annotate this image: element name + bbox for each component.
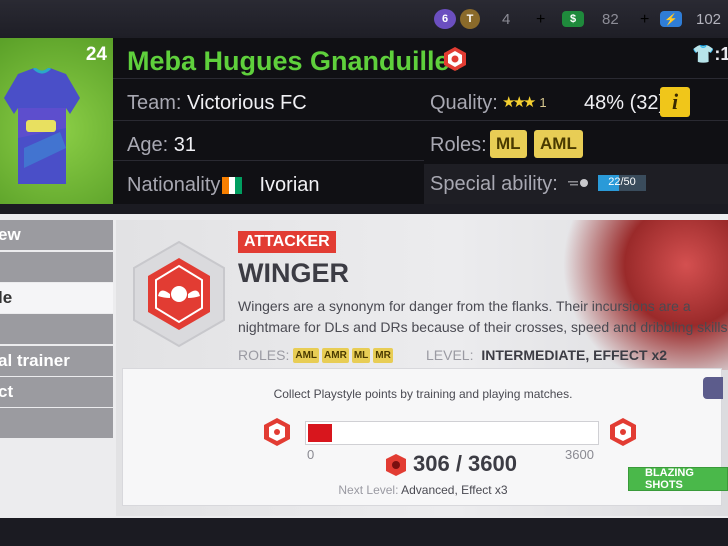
shirt-number: 24 <box>85 44 107 65</box>
nationality-value: Ivorian <box>259 174 320 196</box>
token-icon: T <box>460 9 480 29</box>
special-ability-label: Special ability: <box>430 173 558 195</box>
playstyle-badge-icon[interactable] <box>442 46 468 72</box>
formation-icon[interactable]: 👕:1 <box>692 44 728 65</box>
side-tab-button[interactable] <box>703 377 723 399</box>
next-level-label: Next Level: <box>338 483 399 497</box>
team-label: Team: <box>127 92 182 114</box>
current-level-icon <box>264 418 290 446</box>
gem-icon: 6 <box>434 9 456 29</box>
level-label: LEVEL: <box>426 347 474 363</box>
playstyle-points: 306 / 3600 <box>413 451 517 476</box>
sidebar-item-2[interactable] <box>0 252 113 282</box>
blazing-shots-button[interactable]: BLAZING SHOTS <box>628 467 728 491</box>
add-tokens-button[interactable]: + <box>536 9 545 31</box>
position-tag: ATTACKER <box>238 231 336 253</box>
cash-value: 82 <box>602 10 619 28</box>
role-chip-aml: AML <box>293 347 320 363</box>
winger-playstyle-icon <box>133 240 225 348</box>
gems-counter[interactable]: 6 <box>434 8 456 30</box>
info-button[interactable]: i <box>660 87 690 117</box>
special-ability-row[interactable]: Special ability: 22/50 <box>424 164 728 204</box>
sidebar-menu: ew le al trainer ct <box>0 220 113 444</box>
progress-box: Collect Playstyle points by training and… <box>122 368 728 506</box>
divider <box>113 120 728 121</box>
divider <box>113 78 728 79</box>
playstyle-level: LEVEL: INTERMEDIATE, EFFECT x2 <box>426 347 667 363</box>
special-ability-progress: 22/50 <box>608 176 636 188</box>
role-chip-mr: MR <box>373 347 393 363</box>
sidebar-item-4[interactable] <box>0 314 113 344</box>
energy-counter[interactable]: ⚡ 102 <box>660 8 721 30</box>
resource-bar: 6 T 4 + $ 82 + ⚡ 102 <box>0 0 728 38</box>
bottom-strip <box>0 518 728 546</box>
progress-min: 0 <box>307 447 315 462</box>
playstyle-content: ATTACKER WINGER Wingers are a synonym fo… <box>116 220 728 516</box>
age-label: Age: <box>127 134 169 156</box>
cash-counter[interactable]: $ 82 <box>562 8 619 30</box>
progress-max: 3600 <box>565 447 594 462</box>
age-row: Age: 31 <box>127 134 196 157</box>
tokens-counter[interactable]: T 4 <box>460 8 510 30</box>
next-level-icon <box>610 418 636 446</box>
energy-icon: ⚡ <box>660 11 682 27</box>
role-chip-aml[interactable]: AML <box>534 130 583 158</box>
jersey-image <box>4 68 80 184</box>
energy-value: 102 <box>696 10 722 28</box>
role-chip-ml: ML <box>351 347 371 363</box>
roles-label: Roles: <box>430 134 487 156</box>
quality-percent: 48% (32) <box>584 92 666 114</box>
special-ability-bar: 22/50 <box>598 175 646 191</box>
collect-instructions: Collect Playstyle points by training and… <box>273 387 573 401</box>
age-value: 31 <box>173 134 196 156</box>
roles-label: ROLES: <box>238 347 290 363</box>
nationality-label: Nationality: <box>127 174 226 196</box>
quality-stars-icon: ★★★ 1 <box>502 94 547 111</box>
level-value: INTERMEDIATE, EFFECT x2 <box>481 347 668 363</box>
ivory-coast-flag-icon <box>222 177 243 194</box>
player-header: 24 Meba Hugues Gnanduillet 👕:1 Team: Vic… <box>0 38 728 204</box>
sidebar-item-overview[interactable]: ew <box>0 220 113 250</box>
role-chip-amr: AMR <box>322 347 349 363</box>
playstyle-roles: ROLES: AML AMR ML MR <box>238 347 396 363</box>
role-chip-ml[interactable]: ML <box>490 130 527 158</box>
divider <box>113 160 424 161</box>
sidebar-item-contract[interactable]: ct <box>0 377 113 407</box>
playstyle-progress-fill <box>308 424 333 442</box>
cash-icon: $ <box>562 11 584 27</box>
playstyle-progress-bar <box>305 421 599 445</box>
next-level-value: Advanced, Effect x3 <box>401 483 508 497</box>
playstyle-description: Wingers are a synonym for danger from th… <box>238 298 728 335</box>
sidebar-item-playstyle[interactable]: le <box>0 283 113 313</box>
sidebar-item-personal-trainer[interactable]: al trainer <box>0 346 113 376</box>
playstyle-title: WINGER <box>238 258 349 288</box>
tokens-value: 4 <box>502 10 511 28</box>
sidebar-item-7[interactable] <box>0 408 113 438</box>
add-cash-button[interactable]: + <box>640 9 649 31</box>
player-name: Meba Hugues Gnanduillet <box>127 46 459 76</box>
player-card: 24 <box>0 38 113 204</box>
team-row: Team: Victorious FC <box>127 92 307 115</box>
playstyle-points-icon <box>386 454 406 476</box>
team-value[interactable]: Victorious FC <box>187 92 307 114</box>
ball-speed-icon <box>568 179 588 187</box>
quality-label: Quality: <box>430 92 498 114</box>
